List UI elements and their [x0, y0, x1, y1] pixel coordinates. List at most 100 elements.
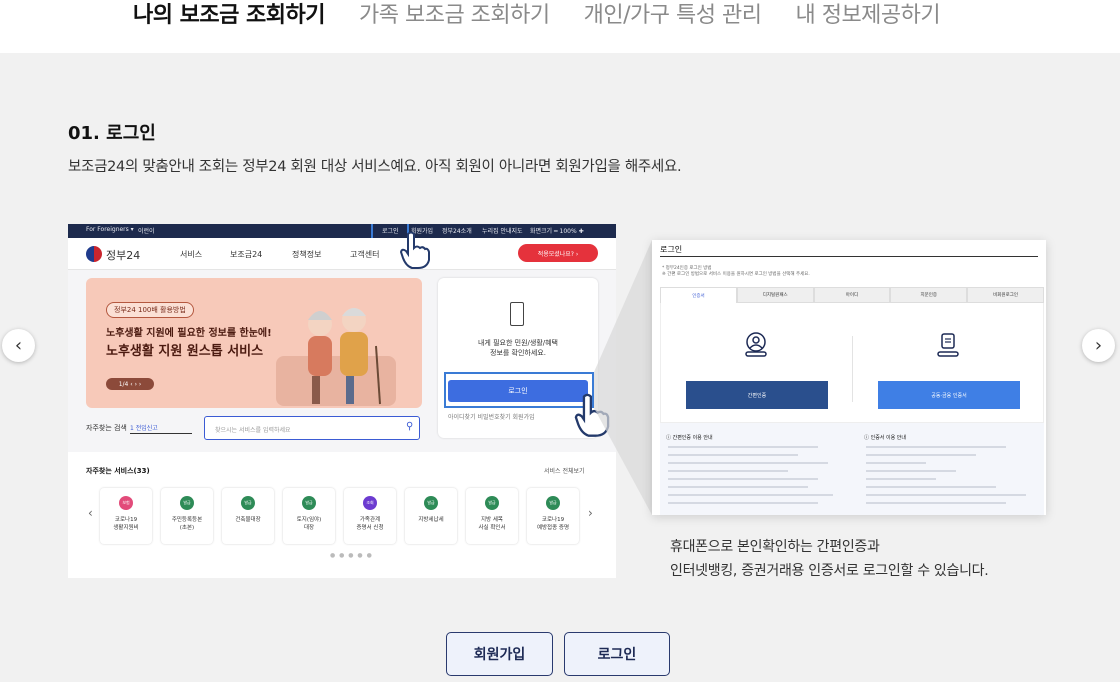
mock-search-label: 자주찾는 검색: [86, 424, 127, 432]
services-next-icon: ›: [588, 506, 593, 520]
mock-search-input: 찾으시는 서비스를 입력하세요: [204, 416, 420, 440]
mock-about-link: 정부24소개: [442, 228, 472, 235]
login-page-screenshot: 로그인 * 정부24인증 로그인 방법 ※ 간편 로그인 방법으로 서비스 이용…: [652, 240, 1046, 515]
mock-header: 정부24 서비스 보조금24 정책정보 고객센터 적용모셨나요? ›: [68, 238, 616, 270]
step-title: 01. 로그인: [68, 123, 156, 144]
gov24-logo-icon: [86, 246, 102, 262]
service-name: 지방 세목사실 확인서: [466, 516, 518, 532]
info-text-line: [866, 446, 1006, 448]
service-tile: 발급건축물대장: [222, 488, 274, 544]
carousel-prev-button[interactable]: ‹: [2, 329, 35, 362]
login-tab-finger: 지문인증: [890, 287, 968, 303]
search-icon: ⚲: [406, 421, 414, 432]
banner-line1: 노후생활 지원에 필요한 정보를 한눈에!: [106, 328, 272, 339]
info-text-line: [866, 486, 996, 488]
certificate-button: 공동·금융 인증서: [878, 381, 1020, 409]
simple-auth-icon: [745, 332, 767, 357]
service-tag-icon: 발급: [546, 496, 560, 510]
service-name: 토지(임야) 대장: [283, 516, 335, 532]
title-divider: [660, 256, 1038, 257]
mock-search-select: 1 전입신고: [130, 420, 192, 434]
services-pagination-dots: ● ● ● ● ●: [330, 552, 373, 559]
service-tag-icon: 발급: [424, 496, 438, 510]
service-name-line1: 주민등록등본: [171, 517, 203, 523]
info-text-line: [866, 454, 976, 456]
simple-auth-button: 간편인증: [686, 381, 828, 409]
info-text-line: [668, 462, 828, 464]
service-name-line1: 가족관계: [359, 517, 381, 523]
info-text-line: [668, 502, 818, 504]
login-tab-guest: 비회원로그인: [967, 287, 1044, 303]
info-text-line: [668, 478, 818, 480]
banner-pager: 1/4 ‹ › ›: [106, 378, 154, 390]
info-text-line: [866, 502, 1006, 504]
certificate-icon: [937, 333, 959, 357]
service-name: 지방세납세: [405, 516, 457, 524]
step-description: 보조금24의 맞춤안내 조회는 정부24 회원 대상 서비스예요. 아직 회원이…: [68, 159, 682, 175]
join-button[interactable]: 회원가입: [446, 632, 553, 676]
service-name: 주민등록등본 (초본): [161, 516, 213, 532]
chevron-left-icon: ‹: [14, 335, 23, 356]
service-tile: 발급 지방 세목 사실 확인서: [466, 488, 518, 544]
info-text-line: [668, 446, 818, 448]
phone-icon: [510, 302, 524, 326]
service-name: 건축물대장: [222, 516, 274, 524]
mock-banner: 정부24 100배 활용방법 노후생활 지원에 필요한 정보를 한눈에! 노후생…: [86, 278, 422, 408]
service-name-line1: 건축물대장: [235, 517, 261, 523]
mock-nav-service: 서비스: [180, 250, 203, 259]
tab-info-provide[interactable]: 내 정보제공하기: [795, 2, 940, 30]
login-button[interactable]: 로그인: [564, 632, 670, 676]
login-card-message-line1: 내게 필요한 민원/생활/혜택: [477, 339, 558, 347]
login-tab-onepass: 디지털원패스: [736, 287, 814, 303]
hand-pointer-icon: [574, 393, 610, 437]
tab-my-subsidy[interactable]: 나의 보조금 조회하기: [133, 2, 325, 30]
mock-zoom-control: 화면크기 ━ 100% ✚: [530, 228, 584, 235]
mock-search-row: 자주찾는 검색 1 전입신고 찾으시는 서비스를 입력하세요 ⚲: [86, 416, 426, 440]
service-name-line2: 사실 확인서: [478, 525, 506, 531]
service-tile: 조회가족관계 증명서 신청: [344, 488, 396, 544]
services-header: 자주찾는 서비스(33): [86, 467, 150, 475]
mock-services-section: 자주찾는 서비스(33) 서비스 전체보기 ‹ › 보험 코로나19 생활지원비 발급…: [68, 452, 616, 578]
tab-household-traits[interactable]: 개인/가구 특성 관리: [584, 2, 762, 30]
login-method-tabs: 인증서 디지털원패스 아이디 지문인증 비회원로그인: [660, 287, 1044, 303]
mock-nav-support: 고객센터: [350, 250, 380, 259]
panel-divider: [852, 336, 853, 402]
service-name: 코로나19 예방접종 증명: [527, 516, 579, 532]
mock-easy-link: 이런이: [138, 228, 155, 235]
top-tab-bar: 나의 보조금 조회하기 가족 보조금 조회하기 개인/가구 특성 관리 내 정보…: [0, 0, 1120, 53]
service-tile: 발급 주민등록등본 (초본): [161, 488, 213, 544]
service-tag-icon: 조회: [363, 496, 377, 510]
login-tab-id: 아이디: [813, 287, 891, 303]
login-tab-cert: 인증서: [660, 287, 737, 303]
banner-line2: 노후생활 지원 원스톱 서비스: [106, 344, 264, 359]
service-tag-icon: 발급: [241, 496, 255, 510]
mock-red-button: 적용모셨나요? ›: [518, 244, 598, 262]
info-text-line: [866, 494, 1026, 496]
service-name-line1: 지방 세목: [481, 517, 503, 523]
mock-login-links: 아이디찾기 비밀번호찾기 회원가입: [448, 414, 535, 421]
chevron-right-icon: ›: [1094, 335, 1103, 356]
service-tile: 발급코로나19 예방접종 증명: [527, 488, 579, 544]
info-simple-auth-heading: ⓘ 간편인증 이용 안내: [666, 435, 713, 441]
info-text-line: [668, 454, 798, 456]
service-tile: 발급토지(임야) 대장: [283, 488, 335, 544]
service-name-line2: 예방접종 증명: [536, 525, 570, 531]
service-name-line1: 코로나19: [114, 517, 138, 523]
tab-list: 나의 보조금 조회하기 가족 보조금 조회하기 개인/가구 특성 관리 내 정보…: [133, 2, 941, 30]
tab-family-subsidy[interactable]: 가족 보조금 조회하기: [359, 2, 550, 30]
services-more-link: 서비스 전체보기: [544, 468, 585, 475]
info-text-line: [668, 486, 808, 488]
info-text-line: [866, 478, 936, 480]
caption-line1: 휴대폰으로 본인확인하는 간편인증과: [670, 539, 880, 555]
mock-top-strip: For Foreigners ▾ 이런이 로그인 회원가입 정부24소개 누리집…: [68, 224, 616, 238]
service-name-line2: 대장: [303, 525, 315, 531]
info-text-line: [668, 470, 788, 472]
mock-nav-subsidy: 보조금24: [230, 250, 263, 259]
service-name-line2: (초본): [179, 525, 195, 531]
carousel-next-button[interactable]: ›: [1082, 329, 1115, 362]
info-text-line: [866, 470, 956, 472]
service-tag-icon: 발급: [302, 496, 316, 510]
service-name: 가족관계 증명서 신청: [344, 516, 396, 532]
service-name-line1: 지방세납세: [418, 517, 444, 523]
service-name-line1: 토지(임야): [296, 517, 322, 523]
